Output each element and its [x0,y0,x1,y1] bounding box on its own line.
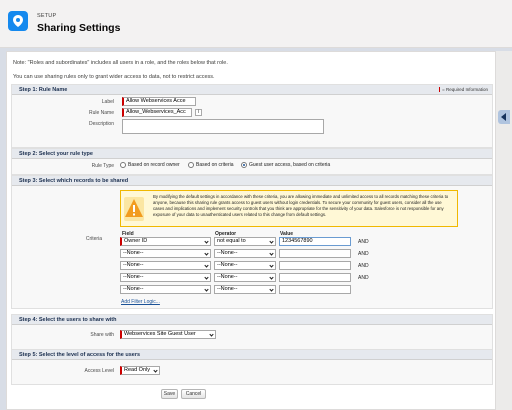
select-value: --None-- [217,274,238,280]
select-value: --None-- [123,286,144,292]
label-input[interactable]: Allow Webservices Acce [122,97,196,106]
page-title: Sharing Settings [37,22,121,34]
and-label: AND [358,275,369,281]
criteria-field-select[interactable]: --None-- [120,261,211,270]
chevron-down-icon [204,251,209,256]
main-content: Note: "Roles and subordinates" includes … [6,51,496,410]
breadcrumb[interactable]: SETUP [37,13,56,19]
share-with-label: Share with [90,332,114,338]
radio-button[interactable] [188,162,194,168]
step4-header: Step 4: Select the users to share with [12,315,492,325]
radio-label: Guest user access, based on criteria [249,162,331,168]
rule-name-input[interactable]: Allow_Webservices_Acc [122,108,192,117]
access-level-select[interactable]: Read Only [120,366,160,375]
step4-panel: Step 4: Select the users to share with S… [11,314,493,350]
criteria-operator-select[interactable]: --None-- [214,285,276,294]
criteria-label: Criteria [85,236,102,242]
criteria-field-select[interactable]: --None-- [120,285,211,294]
radio-label: Based on record owner [128,162,180,168]
chevron-down-icon [153,368,158,373]
radio-owner-based[interactable]: Based on record owner [120,162,180,168]
criteria-operator-select[interactable]: --None-- [214,261,276,270]
warning-text: By modifying the default settings in acc… [153,194,449,217]
step2-panel: Step 2: Select your rule type Rule Type … [11,148,493,175]
label-label: Label [101,99,114,105]
criteria-value-input[interactable] [279,249,351,258]
select-value: --None-- [217,250,238,256]
step1-panel: Step 1: Rule Name = Required Information… [11,84,493,148]
warning-box: By modifying the default settings in acc… [120,190,458,227]
select-value: --None-- [217,262,238,268]
chevron-down-icon [204,287,209,292]
chevron-down-icon [209,332,214,337]
required-info-text: = Required Information [442,87,488,92]
warning-icon [124,197,144,221]
info-icon[interactable]: i [195,109,202,116]
rule-name-label: Rule Name [88,110,114,116]
chevron-down-icon [269,263,274,268]
step5-panel: Step 5: Select the level of access for t… [11,349,493,385]
access-level-label: Access Level [84,368,114,374]
chevron-down-icon [269,239,274,244]
step1-header: Step 1: Rule Name = Required Information [12,85,492,95]
criteria-value-input[interactable] [279,285,351,294]
select-value: --None-- [123,250,144,256]
chevron-down-icon [204,275,209,280]
setup-logo-icon [8,11,28,31]
required-info-legend: = Required Information [438,85,488,95]
criteria-operator-select[interactable]: --None-- [214,249,276,258]
cancel-button[interactable]: Cancel [181,389,206,399]
chevron-down-icon [269,251,274,256]
description-label: Description [88,121,114,127]
radio-guest-user-access[interactable]: Guest user access, based on criteria [241,162,330,168]
note-line: You can use sharing rules only to grant … [13,74,215,80]
criteria-value-input[interactable] [279,273,351,282]
step3-panel: Step 3: Select which records to be share… [11,175,493,309]
chevron-down-icon [269,275,274,280]
rule-type-label: Rule Type [91,163,114,169]
share-with-select[interactable]: Webservices Site Guest User [120,330,216,339]
select-value: --None-- [123,274,144,280]
criteria-field-select[interactable]: --None-- [120,273,211,282]
criteria-field-select[interactable]: --None-- [120,249,211,258]
criteria-value-input[interactable]: 1234567890 [279,237,351,246]
scrollbar[interactable] [496,51,512,410]
criteria-operator-select[interactable]: not equal to [214,237,276,246]
and-label: AND [358,239,369,245]
step-title: Step 1: Rule Name [19,87,68,93]
chevron-down-icon [204,239,209,244]
radio-button[interactable] [241,162,247,168]
note-line: Note: "Roles and subordinates" includes … [13,60,228,66]
step5-header: Step 5: Select the level of access for t… [12,350,492,360]
select-value: Read Only [124,367,150,373]
required-marker-icon [438,87,441,93]
add-filter-logic-link[interactable]: Add Filter Logic... [121,299,160,305]
description-textarea[interactable] [122,119,324,134]
criteria-field-select[interactable]: Owner ID [120,237,211,246]
criteria-value-input[interactable] [279,261,351,270]
select-value: --None-- [217,286,238,292]
select-value: Owner ID [124,238,148,244]
criteria-operator-select[interactable]: --None-- [214,273,276,282]
collapse-arrow-icon[interactable] [498,110,510,124]
radio-label: Based on criteria [196,162,234,168]
save-button[interactable]: Save [161,389,178,399]
notes: Note: "Roles and subordinates" includes … [13,56,228,84]
and-label: AND [358,263,369,269]
and-label: AND [358,251,369,257]
select-value: not equal to [217,238,246,244]
radio-button[interactable] [120,162,126,168]
radio-criteria-based[interactable]: Based on criteria [188,162,234,168]
select-value: Webservices Site Guest User [124,331,196,337]
page-header: SETUP Sharing Settings [0,0,512,48]
step3-header: Step 3: Select which records to be share… [12,176,492,186]
select-value: --None-- [123,262,144,268]
step2-header: Step 2: Select your rule type [12,149,492,159]
chevron-down-icon [204,263,209,268]
chevron-down-icon [269,287,274,292]
